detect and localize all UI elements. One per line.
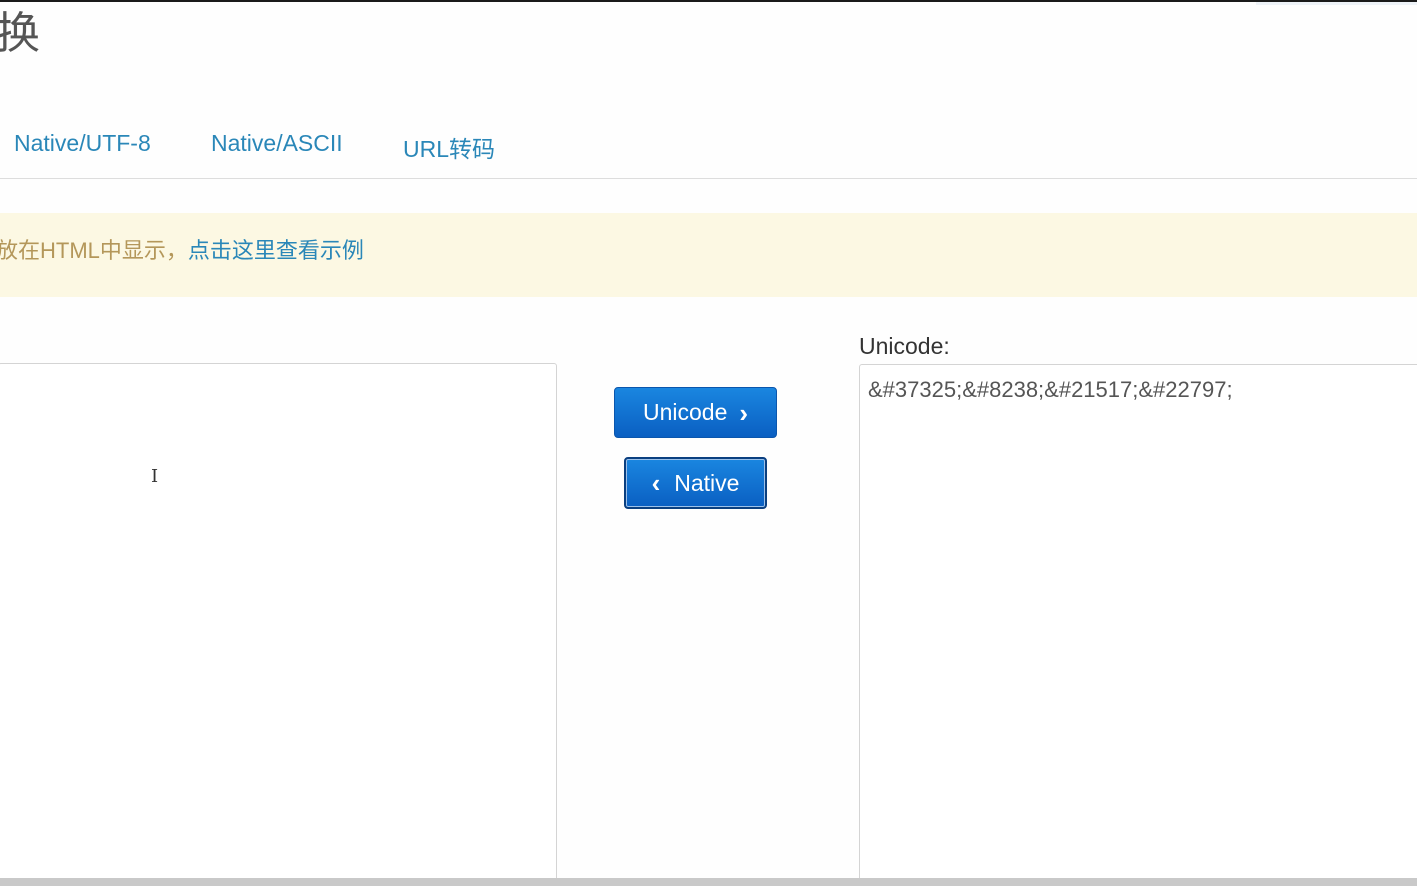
chevron-left-icon: ‹: [651, 468, 661, 498]
unicode-label: Unicode:: [859, 333, 950, 359]
text-cursor-icon: I: [151, 466, 159, 487]
convert-to-native-button[interactable]: ‹ Native: [624, 457, 767, 509]
tab-native-utf8[interactable]: Native/UTF-8: [14, 130, 151, 157]
window-top-border: [0, 0, 1417, 2]
example-link[interactable]: 点击这里查看示例: [188, 238, 364, 263]
chevron-right-icon: ›: [739, 397, 749, 428]
tab-native-ascii[interactable]: Native/ASCII: [211, 130, 343, 157]
page: 换 Native/UTF-8 Native/ASCII URL转码 放在HTML…: [0, 0, 1417, 886]
convert-to-unicode-button[interactable]: Unicode ›: [614, 387, 777, 438]
native-textarea[interactable]: [0, 363, 557, 886]
page-title: 换: [0, 8, 40, 59]
info-alert: 放在HTML中显示，点击这里查看示例: [0, 213, 1417, 297]
top-accent-bar: [1256, 2, 1417, 5]
alert-text: 放在HTML中显示，: [0, 238, 188, 263]
nav-tabs: Native/UTF-8 Native/ASCII URL转码: [0, 112, 1417, 179]
alert-message: 放在HTML中显示，点击这里查看示例: [0, 233, 364, 265]
unicode-textarea[interactable]: &#37325;&#8238;&#21517;&#22797;: [859, 364, 1417, 886]
convert-to-native-label: Native: [674, 469, 740, 496]
bottom-scrollbar-track[interactable]: [0, 878, 1417, 886]
tab-url-encode[interactable]: URL转码: [403, 130, 495, 164]
convert-to-unicode-label: Unicode: [642, 399, 728, 425]
unicode-output-value: &#37325;&#8238;&#21517;&#22797;: [868, 377, 1233, 402]
